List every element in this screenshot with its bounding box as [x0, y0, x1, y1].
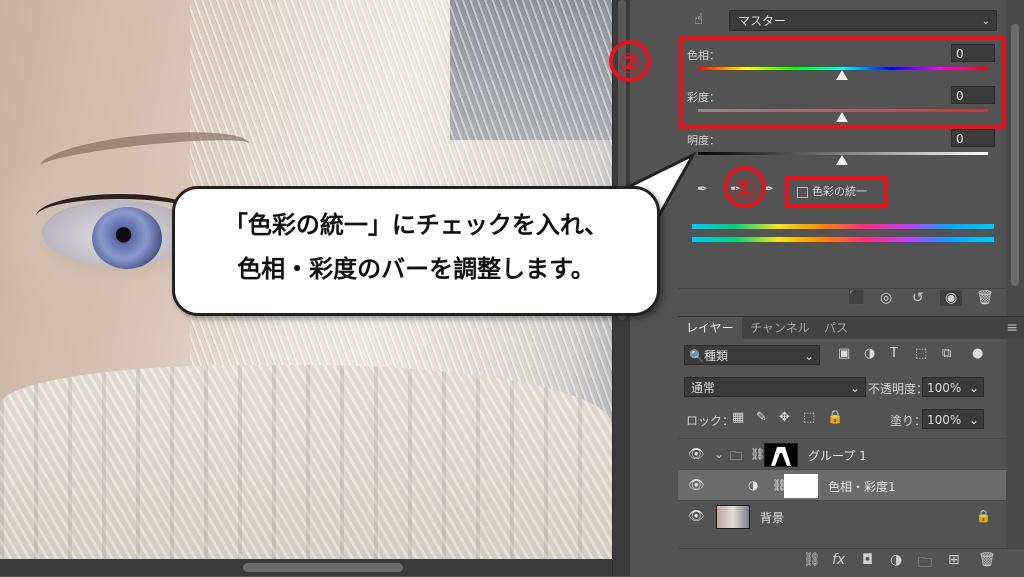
reset-icon[interactable]: ↺: [912, 290, 924, 306]
lock-paint-icon[interactable]: ✎: [756, 410, 767, 425]
adjustment-icon[interactable]: ◑: [890, 552, 902, 568]
output-color-spectrum: [692, 237, 994, 242]
step-2-marker: ②: [609, 40, 651, 82]
new-layer-icon[interactable]: ⊞: [948, 552, 960, 568]
mask-shape: [771, 447, 791, 466]
eye-icon[interactable]: 👁: [688, 509, 705, 524]
text-filter-icon[interactable]: T: [890, 346, 898, 361]
preset-dropdown[interactable]: マスター ⌄: [729, 10, 997, 31]
layer-row-group[interactable]: 👁 ⌄ 🗀 ⛓ グループ 1: [678, 438, 1006, 470]
adjustment-layer-icon: ◑: [748, 478, 759, 492]
filter-label: 種類: [703, 349, 728, 363]
lock-label: ロック：: [686, 414, 735, 428]
layers-footer: [678, 548, 1024, 577]
opacity-label: 不透明度：: [868, 382, 929, 396]
clip-to-layer-icon[interactable]: ⬛: [848, 290, 865, 306]
layers-scrollbar[interactable]: [1006, 338, 1024, 548]
step-1-marker: ①: [724, 166, 766, 208]
layer-name: グループ 1: [808, 449, 867, 463]
folder-icon[interactable]: 🗀: [918, 552, 932, 576]
fill-value: 100%: [927, 413, 962, 427]
layer-name: 色相・彩度1: [828, 480, 896, 494]
knit-sweater: [0, 365, 612, 559]
chevron-down-icon: ⌄: [849, 381, 860, 395]
chevron-down-icon: ⌄: [981, 16, 990, 27]
mask-icon[interactable]: ◘: [862, 552, 873, 568]
chevron-down-icon: ⌄: [968, 381, 979, 395]
targeted-adjustment-hand-icon[interactable]: ☝: [694, 10, 712, 30]
layers-panel-tabs: レイヤー チャンネル パス ≡: [678, 316, 1024, 339]
visibility-icon[interactable]: ◉: [940, 290, 963, 306]
lock-move-icon[interactable]: ✥: [779, 410, 790, 425]
blend-mode-dropdown[interactable]: 通常 ⌄: [684, 377, 866, 397]
lock-icon: 🔒: [976, 509, 991, 523]
layers-list: 👁 ⌄ 🗀 ⛓ グループ 1 👁 ◑ ⛓ 色相・彩度1 👁 背景 🔒: [678, 438, 1006, 548]
lightness-slider-knob[interactable]: [836, 155, 848, 165]
chevron-down-icon: ⌄: [803, 349, 814, 363]
callout-text: 「色彩の統一」にチェックを入れ、 色相・彩度のバーを調整します。: [175, 203, 657, 291]
view-previous-icon[interactable]: ◎: [880, 290, 892, 306]
tab-layers[interactable]: レイヤー: [678, 317, 742, 339]
layer-name: 背景: [760, 511, 785, 525]
toggle-filter-icon[interactable]: ●: [972, 346, 983, 361]
input-color-spectrum: [692, 224, 994, 229]
tab-channels[interactable]: チャンネル: [742, 317, 818, 339]
opacity-input[interactable]: 100% ⌄: [922, 377, 984, 397]
eye-icon[interactable]: 👁: [688, 478, 705, 493]
lightness-input[interactable]: 0: [951, 129, 995, 147]
link-icon[interactable]: ⛓: [803, 552, 821, 568]
callout-line-2: 色相・彩度のバーを調整します。: [237, 255, 595, 283]
layer-row-background[interactable]: 👁 背景 🔒: [678, 500, 1006, 532]
scrollbar-thumb[interactable]: [1011, 24, 1019, 286]
eye-icon[interactable]: 👁: [688, 447, 705, 462]
blend-mode-value: 通常: [691, 381, 716, 395]
callout-line-1: 「色彩の統一」にチェックを入れ、: [223, 211, 609, 239]
trash-icon[interactable]: 🗑: [978, 552, 996, 568]
layer-row-hue-saturation[interactable]: 👁 ◑ ⛓ 色相・彩度1: [678, 469, 1006, 501]
image-filter-icon[interactable]: ▣: [838, 346, 850, 361]
folder-icon: 🗀: [730, 449, 743, 463]
tab-paths[interactable]: パス: [816, 317, 856, 339]
properties-scrollbar[interactable]: [1006, 0, 1024, 316]
fx-icon[interactable]: fx: [832, 552, 845, 568]
lock-all-icon[interactable]: 🔒: [827, 410, 843, 425]
background-thumbnail: [716, 505, 750, 529]
expand-chevron-icon[interactable]: ⌄: [714, 447, 724, 461]
layer-filter-dropdown[interactable]: 🔍種類 ⌄: [684, 345, 820, 365]
layer-mask-thumbnail: [784, 474, 818, 498]
shape-filter-icon[interactable]: ⬚: [915, 346, 927, 361]
fill-input[interactable]: 100% ⌄: [922, 409, 984, 429]
colorize-highlight: [785, 176, 888, 208]
group-mask-thumbnail: [764, 443, 798, 467]
chevron-down-icon: ⌄: [968, 413, 979, 427]
link-icon: ⛓: [750, 447, 766, 461]
canvas-horizontal-scrollbar[interactable]: [0, 559, 612, 576]
panel-menu-icon[interactable]: ≡: [1006, 317, 1018, 339]
hue-saturation-highlight: [679, 36, 1006, 129]
delete-icon[interactable]: 🗑: [976, 290, 994, 306]
lightness-label: 明度：: [687, 134, 720, 147]
preset-value: マスター: [738, 14, 787, 28]
scrollbar-thumb[interactable]: [243, 563, 403, 572]
smartobject-filter-icon[interactable]: ⧉: [942, 346, 951, 361]
lock-transparent-icon[interactable]: ▦: [732, 410, 744, 425]
callout-bubble: 「色彩の統一」にチェックを入れ、 色相・彩度のバーを調整します。: [172, 186, 660, 316]
opacity-value: 100%: [927, 381, 962, 395]
lock-artboard-icon[interactable]: ⬚: [803, 410, 815, 425]
fill-label: 塗り：: [890, 414, 927, 428]
adjustment-filter-icon[interactable]: ◑: [864, 346, 875, 361]
